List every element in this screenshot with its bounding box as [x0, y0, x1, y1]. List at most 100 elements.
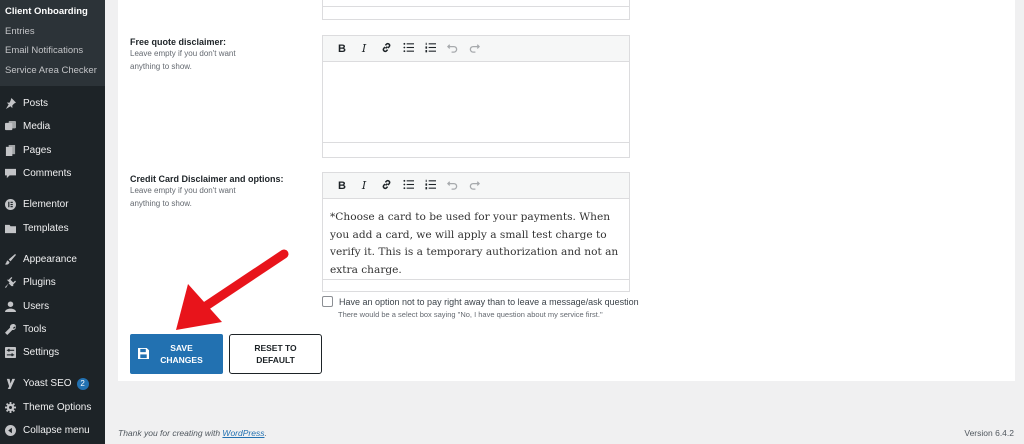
numbered-list-button[interactable] [419, 39, 441, 59]
yoast-icon [4, 378, 16, 390]
media-icon [4, 121, 16, 133]
numbered-list-button[interactable] [419, 176, 441, 196]
redo-icon [469, 179, 480, 193]
bullet-list-button[interactable] [397, 176, 419, 196]
sidebar-item-posts[interactable]: Posts [0, 92, 105, 115]
sidebar-item-label: Appearance [23, 253, 77, 265]
editor-content[interactable] [323, 62, 629, 142]
footer-thanks: Thank you for creating with WordPress. [118, 428, 267, 438]
bullet-list-icon [402, 179, 414, 193]
reset-label-line1: RESET TO [254, 343, 297, 353]
footer-version: Version 6.4.2 [964, 428, 1014, 438]
folder-icon [4, 222, 16, 234]
sidebar-item-appearance[interactable]: Appearance [0, 248, 105, 271]
previous-editor-bottom [322, 0, 630, 20]
sidebar-item-label: Users [23, 300, 50, 312]
editor-statusbar [323, 279, 629, 293]
pay-later-option: Have an option not to pay right away tha… [322, 296, 639, 307]
redo-button[interactable] [463, 39, 485, 59]
credit-card-help: Leave empty if you don't want anything t… [130, 186, 236, 208]
free-quote-editor: B I [322, 35, 630, 158]
reset-to-default-button[interactable]: RESET TO DEFAULT [229, 334, 322, 374]
save-label-line1: SAVE [170, 343, 193, 353]
editor-statusbar [323, 142, 629, 156]
sidebar-item-plugins[interactable]: Plugins [0, 271, 105, 294]
notification-badge: 2 [76, 377, 89, 390]
comments-icon [4, 168, 16, 180]
editor-content[interactable]: *Choose a card to be used for your payme… [323, 199, 629, 279]
sidebar-item-pages[interactable]: Pages [0, 139, 105, 162]
credit-card-label: Credit Card Disclaimer and options: [130, 174, 284, 184]
undo-icon [446, 179, 458, 193]
redo-icon [469, 42, 480, 56]
free-quote-label: Free quote disclaimer: [130, 37, 227, 47]
bold-button[interactable]: B [331, 39, 353, 59]
plugin-icon [4, 277, 16, 289]
sidebar-item-label: Posts [23, 98, 49, 110]
sidebar-item-label: Plugins [23, 277, 56, 289]
save-changes-button[interactable]: SAVE CHANGES [130, 334, 223, 374]
redo-button[interactable] [463, 176, 485, 196]
save-label-line2: CHANGES [160, 355, 203, 365]
sidebar-item-yoast-seo[interactable]: Yoast SEO 2 [0, 372, 105, 395]
undo-icon [446, 42, 458, 56]
editor-toolbar: B I [323, 36, 629, 62]
sidebar-item-label: Elementor [23, 199, 69, 211]
bullet-list-icon [402, 42, 414, 56]
link-icon [381, 42, 392, 56]
pay-later-label: Have an option not to pay right away tha… [339, 296, 639, 307]
pin-icon [4, 98, 16, 110]
submenu-item-client-onboarding[interactable]: Client Onboarding [0, 2, 105, 22]
undo-button[interactable] [441, 39, 463, 59]
pages-icon [4, 144, 16, 156]
link-button[interactable] [375, 39, 397, 59]
sidebar-item-settings[interactable]: Settings [0, 341, 105, 364]
settings-icon [4, 347, 16, 359]
collapse-icon [4, 425, 16, 437]
collapse-menu-button[interactable]: Collapse menu [0, 419, 105, 442]
wordpress-link[interactable]: WordPress [222, 428, 264, 438]
sidebar-item-tools[interactable]: Tools [0, 318, 105, 341]
sidebar-item-label: Settings [23, 347, 60, 359]
brush-icon [4, 253, 16, 265]
sidebar-item-elementor[interactable]: Elementor [0, 193, 105, 216]
bullet-list-button[interactable] [397, 39, 419, 59]
floppy-disk-icon [138, 348, 149, 359]
link-button[interactable] [375, 176, 397, 196]
sidebar-item-templates[interactable]: Templates [0, 216, 105, 239]
free-quote-help: Leave empty if you don't want anything t… [130, 49, 236, 71]
sidebar-item-label: Theme Options [23, 401, 92, 413]
sidebar-item-media[interactable]: Media [0, 115, 105, 138]
sidebar-item-label: Media [23, 121, 51, 133]
pay-later-help: There would be a select box saying "No, … [338, 310, 603, 319]
bold-button[interactable]: B [331, 176, 353, 196]
editor-toolbar: B I [323, 173, 629, 199]
submenu-item-email-notifications[interactable]: Email Notifications [0, 41, 105, 61]
sidebar-item-theme-options[interactable]: Theme Options [0, 396, 105, 419]
sidebar-item-users[interactable]: Users [0, 294, 105, 317]
main-menu: Posts Media Pages Comments Elementor Tem… [0, 86, 105, 442]
sidebar-item-comments[interactable]: Comments [0, 162, 105, 185]
wrench-icon [4, 323, 16, 335]
sidebar-item-label: Comments [23, 168, 72, 180]
link-icon [381, 179, 392, 193]
credit-card-editor: B I *Choose a card to be used for your p… [322, 172, 630, 292]
italic-button[interactable]: I [353, 176, 375, 196]
sidebar-item-label: Collapse menu [23, 425, 90, 436]
user-icon [4, 300, 16, 312]
sidebar-item-label: Templates [23, 222, 69, 234]
pay-later-checkbox[interactable] [322, 296, 333, 307]
numbered-list-icon [424, 179, 436, 193]
reset-label-line2: DEFAULT [256, 355, 295, 365]
italic-button[interactable]: I [353, 39, 375, 59]
sidebar-item-label: Pages [23, 144, 52, 156]
sidebar-item-label: Tools [23, 323, 47, 335]
sidebar-item-label: Yoast SEO [23, 378, 72, 390]
submenu-item-service-area-checker[interactable]: Service Area Checker [0, 61, 105, 81]
admin-sidebar: Client Onboarding Entries Email Notifica… [0, 0, 105, 444]
submenu: Client Onboarding Entries Email Notifica… [0, 0, 105, 86]
submenu-item-entries[interactable]: Entries [0, 22, 105, 42]
gear-icon [4, 401, 16, 413]
undo-button[interactable] [441, 176, 463, 196]
elementor-icon [4, 199, 16, 211]
